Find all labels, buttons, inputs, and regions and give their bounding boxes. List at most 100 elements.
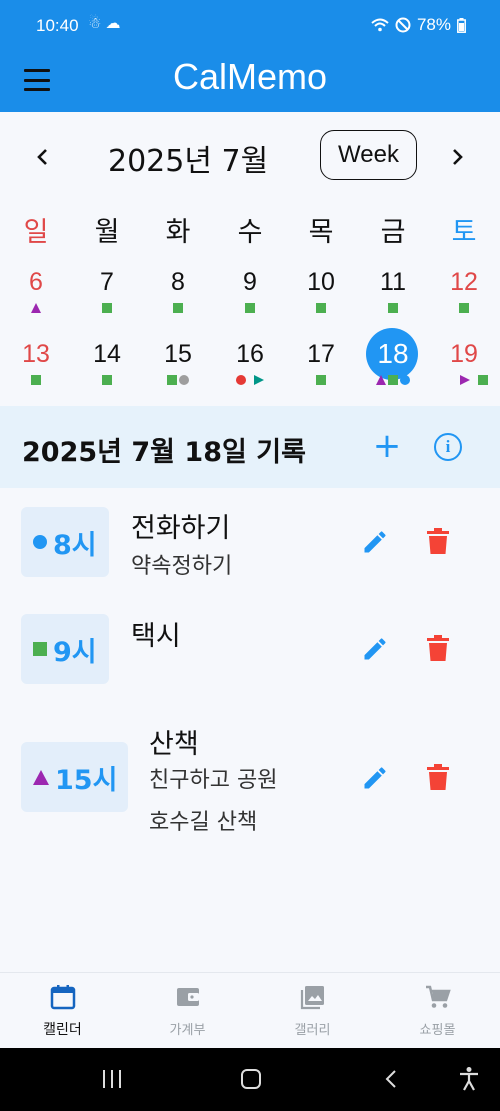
cart-icon bbox=[425, 985, 451, 1008]
square-marker bbox=[478, 375, 488, 385]
weekday-sat: 토 bbox=[451, 217, 477, 248]
day-cell[interactable]: 16 bbox=[220, 334, 280, 400]
day-markers bbox=[6, 302, 66, 314]
square-marker bbox=[102, 303, 112, 313]
entry-title: 택시 bbox=[131, 621, 181, 652]
edit-icon[interactable] bbox=[361, 528, 389, 556]
info-icon[interactable]: i bbox=[434, 433, 462, 461]
nav-item-gallery[interactable]: 갤러리 bbox=[250, 983, 375, 1038]
chevron-right-icon[interactable] bbox=[442, 142, 472, 172]
square-marker bbox=[388, 303, 398, 313]
triangle-marker bbox=[460, 375, 470, 385]
triangle-marker bbox=[31, 303, 41, 313]
weekday-thu: 목 bbox=[308, 217, 334, 248]
nav-item-budget[interactable]: 가계부 bbox=[125, 983, 250, 1038]
entry-description: 약속정하기 bbox=[131, 554, 233, 579]
edit-icon[interactable] bbox=[361, 764, 389, 792]
square-marker bbox=[316, 375, 326, 385]
time-badge: 15시 bbox=[21, 742, 128, 812]
day-cell-selected[interactable]: 18 bbox=[363, 328, 423, 400]
day-cell[interactable]: 15 bbox=[148, 334, 208, 400]
day-number: 14 bbox=[93, 340, 121, 368]
delete-icon[interactable] bbox=[427, 635, 449, 661]
gallery-icon bbox=[300, 986, 324, 1010]
weekday-fri: 금 bbox=[380, 217, 406, 248]
circle-marker bbox=[400, 375, 410, 385]
day-cell[interactable]: 9 bbox=[220, 262, 280, 328]
entry-time: 15시 bbox=[55, 764, 118, 796]
chevron-left-icon[interactable] bbox=[28, 142, 58, 172]
nav-label: 쇼핑몰 bbox=[419, 1023, 456, 1038]
nav-item-shopping[interactable]: 쇼핑몰 bbox=[375, 983, 500, 1038]
weekday-header: 일 월 화 수 목 금 토 bbox=[0, 202, 500, 254]
day-cell[interactable]: 19 bbox=[434, 334, 494, 400]
circle-marker bbox=[33, 535, 47, 549]
entry-title: 산책 bbox=[149, 729, 199, 760]
app-bar: CalMemo bbox=[0, 52, 500, 112]
weather-icon: ☁ bbox=[105, 14, 125, 32]
day-cell[interactable]: 11 bbox=[363, 262, 423, 328]
status-bar: 10:40 ☃☁ 78% bbox=[0, 0, 500, 52]
day-cell[interactable]: 8 bbox=[148, 262, 208, 328]
edit-icon[interactable] bbox=[361, 635, 389, 663]
day-markers bbox=[148, 374, 208, 386]
day-cell[interactable]: 7 bbox=[77, 262, 137, 328]
day-cell[interactable]: 13 bbox=[6, 334, 66, 400]
battery-icon bbox=[457, 17, 466, 33]
day-markers bbox=[291, 302, 351, 314]
day-cell[interactable]: 12 bbox=[434, 262, 494, 328]
accessibility-icon[interactable] bbox=[458, 1066, 480, 1092]
day-number: 12 bbox=[450, 268, 478, 296]
record-entry[interactable]: 15시 산책 친구하고 공원 호수길 산책 bbox=[0, 708, 500, 858]
week-view-button[interactable]: Week bbox=[320, 130, 417, 180]
day-markers bbox=[77, 302, 137, 314]
circle-marker bbox=[179, 375, 189, 385]
square-marker bbox=[459, 303, 469, 313]
weekday-mon: 월 bbox=[94, 217, 120, 248]
day-number: 7 bbox=[100, 268, 114, 296]
record-entry[interactable]: 8시 전화하기 약속정하기 bbox=[0, 488, 500, 598]
weekday-sun: 일 bbox=[23, 217, 49, 248]
status-right: 78% bbox=[371, 15, 466, 35]
day-markers bbox=[6, 374, 66, 386]
square-marker bbox=[388, 375, 398, 385]
square-marker bbox=[167, 375, 177, 385]
system-navigation-bar bbox=[0, 1048, 500, 1111]
day-cell[interactable]: 14 bbox=[77, 334, 137, 400]
home-icon[interactable] bbox=[241, 1069, 261, 1089]
entry-description: 친구하고 공원 bbox=[149, 768, 278, 793]
record-entry[interactable]: 9시 택시 bbox=[0, 598, 500, 708]
triangle-marker bbox=[254, 375, 264, 385]
delete-icon[interactable] bbox=[427, 764, 449, 790]
delete-icon[interactable] bbox=[427, 528, 449, 554]
circle-marker bbox=[236, 375, 246, 385]
square-marker bbox=[33, 642, 47, 656]
add-record-button[interactable]: + bbox=[372, 426, 402, 466]
day-markers bbox=[220, 374, 280, 386]
bottom-navigation: 캘린더 가계부 갤러리 쇼핑몰 bbox=[0, 972, 500, 1048]
nav-item-calendar[interactable]: 캘린더 bbox=[0, 983, 125, 1039]
day-cell[interactable]: 10 bbox=[291, 262, 351, 328]
square-marker bbox=[102, 375, 112, 385]
square-marker bbox=[245, 303, 255, 313]
status-time: 10:40 bbox=[36, 16, 79, 35]
wallet-icon bbox=[176, 988, 199, 1006]
day-cell[interactable]: 17 bbox=[291, 334, 351, 400]
back-icon[interactable] bbox=[384, 1069, 398, 1089]
day-cell[interactable]: 6 bbox=[6, 262, 66, 328]
day-number: 11 bbox=[380, 268, 406, 296]
recent-apps-icon[interactable] bbox=[103, 1070, 121, 1088]
entry-time: 8시 bbox=[53, 529, 97, 561]
day-number: 13 bbox=[22, 340, 50, 368]
nav-label: 가계부 bbox=[169, 1023, 206, 1038]
entry-time: 9시 bbox=[53, 636, 97, 668]
month-title: 2025년 7월 bbox=[108, 144, 269, 179]
notification-icons: ☃☁ bbox=[88, 14, 124, 32]
records-title: 2025년 7월 18일 기록 bbox=[22, 437, 306, 468]
nav-label: 갤러리 bbox=[294, 1023, 331, 1038]
square-marker bbox=[31, 375, 41, 385]
triangle-marker bbox=[33, 769, 49, 785]
day-markers bbox=[220, 302, 280, 314]
entry-description: 호수길 산책 bbox=[149, 810, 258, 835]
day-number: 9 bbox=[243, 268, 257, 296]
